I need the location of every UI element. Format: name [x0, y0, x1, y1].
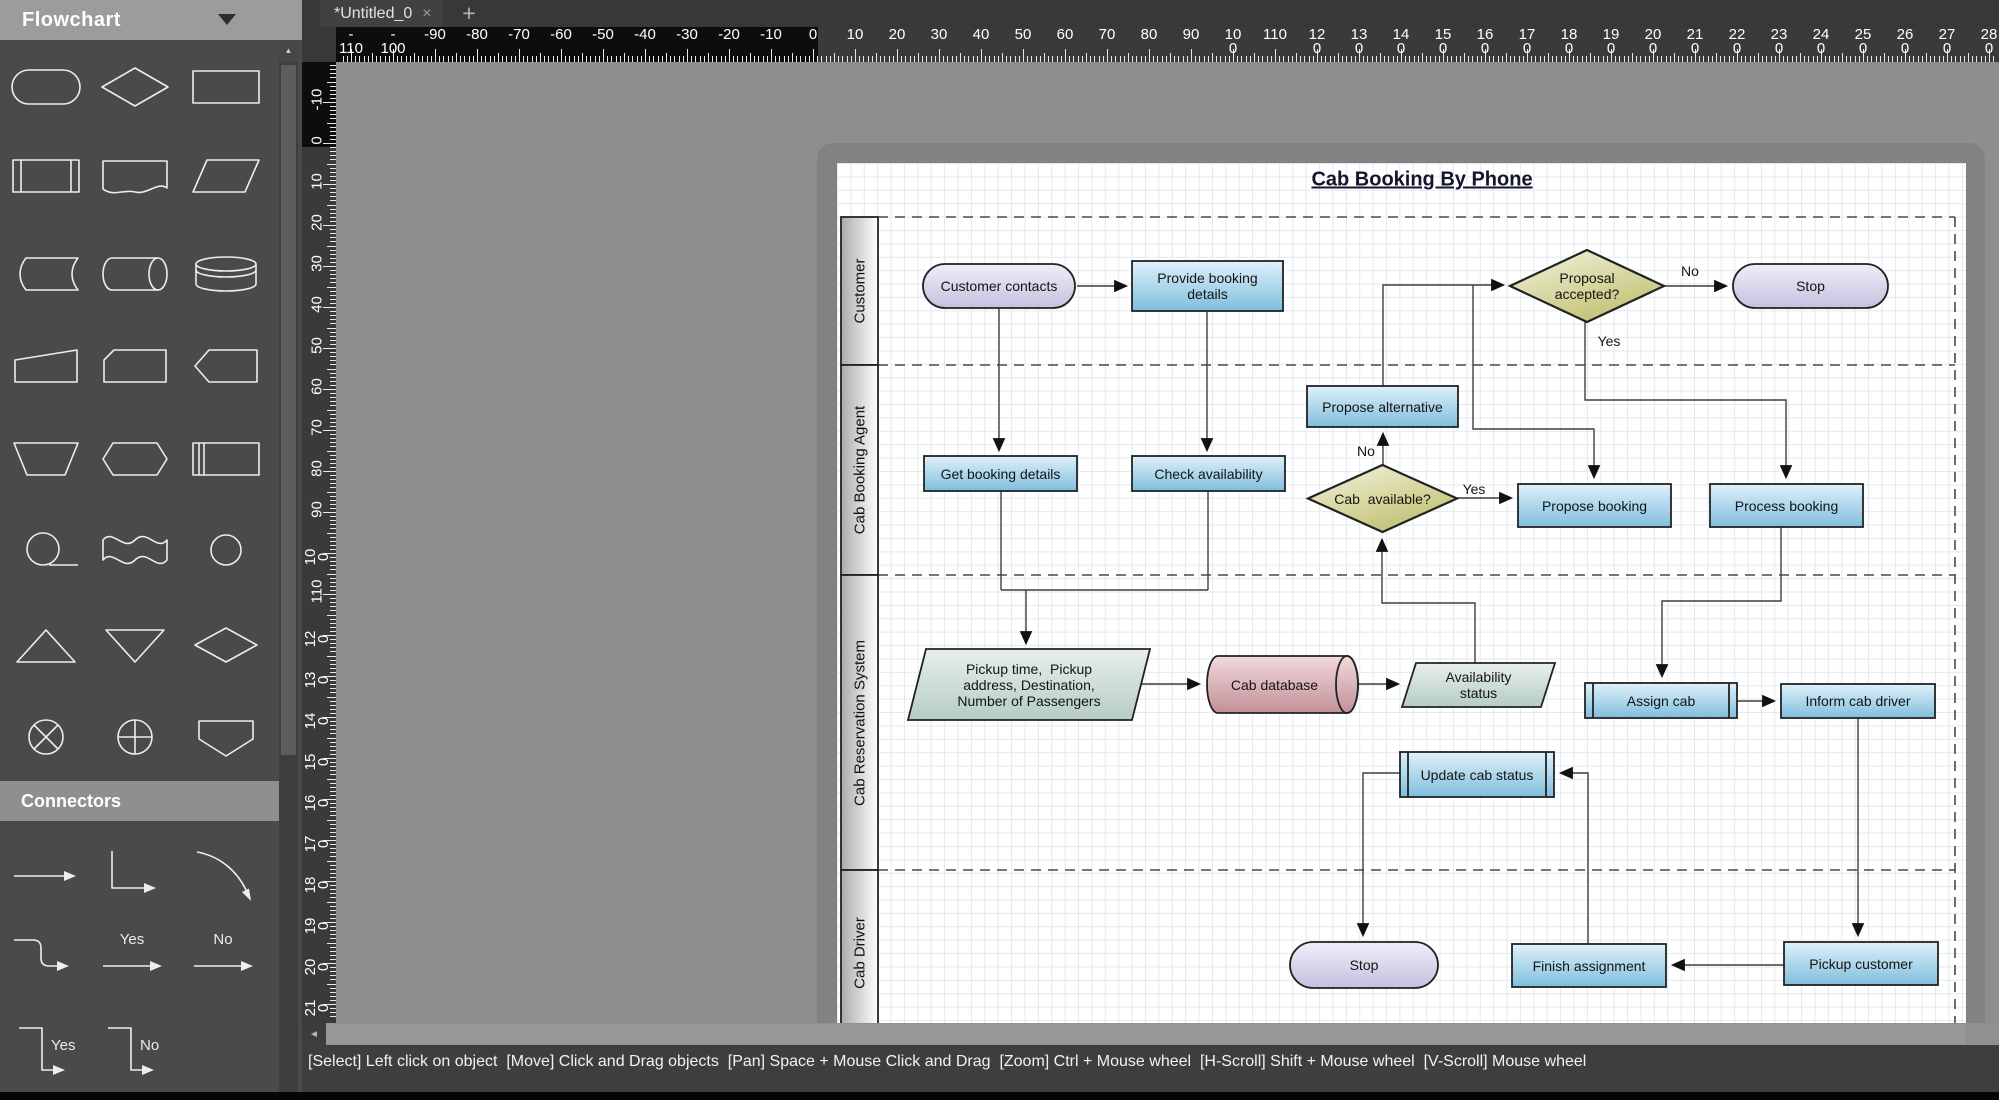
svg-text:No: No	[140, 1037, 159, 1054]
palette-shape-sort-diamond-icon[interactable]	[189, 621, 263, 669]
node-label-check-availability[interactable]: Check availability	[1132, 456, 1285, 491]
connectors-title: Connectors	[21, 791, 121, 812]
close-tab-icon[interactable]: ×	[422, 5, 431, 23]
palette-connector-arrow-s-elbow-icon[interactable]	[9, 928, 83, 986]
palette-shape-off-page-connector-icon[interactable]	[189, 713, 263, 761]
palette-shape-parallelogram-icon[interactable]	[189, 152, 263, 200]
palette-connector-elbow-labeled-yes-icon[interactable]: Yes	[9, 1022, 83, 1080]
edge-label-no-2: No	[1357, 443, 1375, 459]
palette-connector-elbow-labeled-no-icon[interactable]: No	[98, 1022, 172, 1080]
palette-shape-decision-icon[interactable]	[98, 63, 172, 111]
shape-palette-panel: Flowchart Connectors Yes No Yes No ▲	[0, 0, 302, 1092]
drawing-canvas[interactable]: Cab Booking By Phone Customer Cab Booking…	[336, 62, 1999, 1023]
svg-text:Yes: Yes	[120, 931, 144, 948]
edge-label-yes-3: Yes	[1463, 481, 1486, 497]
edge-12[interactable]	[1383, 285, 1503, 386]
edge-16[interactable]	[1662, 527, 1781, 676]
node-label-finish-assignment[interactable]: Finish assignment	[1512, 944, 1666, 987]
edge-label-no-0: No	[1681, 263, 1699, 279]
edge-9[interactable]	[1382, 540, 1475, 663]
node-label-assign-cab[interactable]: Assign cab	[1585, 683, 1737, 718]
palette-title: Flowchart	[22, 9, 121, 32]
palette-shape-manual-operation-icon[interactable]	[9, 435, 83, 483]
lane-label-customer: Customer	[851, 258, 868, 323]
lane-label-cab-reservation-system: Cab Reservation System	[851, 640, 868, 806]
status-bar: [Select] Left click on object [Move] Cli…	[302, 1045, 1999, 1092]
palette-shape-extract-icon[interactable]	[9, 621, 83, 669]
node-label-availability-status[interactable]: Availability status	[1402, 663, 1555, 707]
ruler-corner	[302, 27, 336, 62]
palette-scrollbar[interactable]: ▲	[279, 40, 298, 1092]
node-label-update-cab-status[interactable]: Update cab status	[1400, 752, 1554, 797]
palette-shape-or-junction-icon[interactable]	[98, 713, 172, 761]
chevron-down-icon	[218, 14, 236, 25]
diagram-title: Cab Booking By Phone	[1311, 169, 1532, 192]
edge-20[interactable]	[1561, 773, 1588, 944]
diagram-layer	[336, 62, 1999, 1023]
palette-shape-internal-storage-icon[interactable]	[189, 435, 263, 483]
palette-shape-terminator-icon[interactable]	[9, 63, 83, 111]
palette-shape-merge-icon[interactable]	[98, 621, 172, 669]
palette-shape-connector-icon[interactable]	[189, 526, 263, 574]
tab-label: *Untitled_0	[334, 5, 412, 23]
flowchart-app-window: Flowchart Connectors Yes No Yes No ▲ *Untit…	[0, 0, 1999, 1100]
tab-untitled-0[interactable]: *Untitled_0 ×	[320, 0, 442, 27]
palette-shape-summing-junction-icon[interactable]	[9, 713, 83, 761]
palette-shape-stored-data-icon[interactable]	[9, 250, 83, 298]
status-hints: [Select] Left click on object [Move] Cli…	[308, 1053, 1586, 1071]
scroll-up-icon[interactable]: ▲	[279, 40, 298, 62]
connectors-section-header: Connectors	[0, 781, 280, 821]
palette-shape-magnetic-tape-icon[interactable]	[9, 526, 83, 574]
edge-label-yes-1: Yes	[1598, 333, 1621, 349]
palette-shape-manual-input-icon[interactable]	[9, 342, 83, 390]
node-label-customer-contacts[interactable]: Customer contacts	[923, 264, 1075, 308]
horizontal-scrollbar-thumb[interactable]	[326, 1024, 1966, 1044]
node-label-stop-bottom[interactable]: Stop	[1290, 942, 1438, 988]
palette-shape-display-icon[interactable]	[189, 342, 263, 390]
palette-shape-document-icon[interactable]	[98, 152, 172, 200]
node-label-proposal-accepted[interactable]: Proposal accepted?	[1510, 250, 1664, 322]
palette-shape-preparation-icon[interactable]	[98, 435, 172, 483]
node-label-process-booking[interactable]: Process booking	[1710, 484, 1863, 527]
node-label-pickup-details[interactable]: Pickup time, Pickup address, Destination…	[908, 649, 1150, 720]
palette-shape-card-icon[interactable]	[98, 342, 172, 390]
node-label-provide-booking-details[interactable]: Provide booking details	[1132, 261, 1283, 311]
new-tab-button[interactable]: +	[452, 0, 486, 27]
node-label-propose-booking[interactable]: Propose booking	[1518, 484, 1671, 527]
palette-shape-direct-access-storage-icon[interactable]	[98, 250, 172, 298]
palette-shape-database-icon[interactable]	[189, 250, 263, 298]
palette-category-dropdown[interactable]: Flowchart	[0, 0, 302, 40]
palette-shape-predefined-process-icon[interactable]	[9, 152, 83, 200]
vertical-ruler: -100102030405060708090100110120130140150…	[302, 62, 336, 1023]
scroll-left-icon[interactable]: ◄	[302, 1023, 326, 1045]
palette-connector-arrow-labeled-no-icon[interactable]: No	[189, 928, 263, 986]
node-label-inform-cab-driver[interactable]: Inform cab driver	[1781, 684, 1935, 718]
svg-text:No: No	[213, 931, 232, 948]
palette-scrollbar-thumb[interactable]	[281, 65, 296, 755]
palette-connector-arrow-straight-icon[interactable]	[9, 846, 83, 904]
node-label-stop-top[interactable]: Stop	[1733, 264, 1888, 308]
lane-label-cab-driver: Cab Driver	[851, 917, 868, 989]
svg-text:Yes: Yes	[51, 1037, 75, 1054]
lane-label-cab-booking-agent: Cab Booking Agent	[851, 406, 868, 534]
node-label-pickup-customer[interactable]: Pickup customer	[1784, 942, 1938, 985]
palette-connector-arrow-labeled-yes-icon[interactable]: Yes	[98, 928, 172, 986]
node-label-cab-database[interactable]: Cab database	[1207, 656, 1358, 713]
tab-bar: *Untitled_0 × +	[302, 0, 1999, 27]
edge-21[interactable]	[1363, 773, 1400, 935]
horizontal-scrollbar[interactable]: ◄	[302, 1023, 1999, 1045]
horizontal-ruler: -110-100-90-80-70-60-50-40-30-20-1001020…	[336, 27, 1999, 62]
node-label-cab-available[interactable]: Cab available?	[1308, 465, 1457, 532]
bottom-strip	[0, 1092, 1999, 1100]
palette-connector-arrow-curve-icon[interactable]	[189, 846, 263, 904]
palette-shape-paper-tape-icon[interactable]	[98, 526, 172, 574]
palette-connector-arrow-elbow-icon[interactable]	[98, 846, 172, 904]
node-label-propose-alternative[interactable]: Propose alternative	[1307, 386, 1458, 427]
node-label-get-booking-details[interactable]: Get booking details	[924, 456, 1077, 491]
palette-shape-process-icon[interactable]	[189, 63, 263, 111]
